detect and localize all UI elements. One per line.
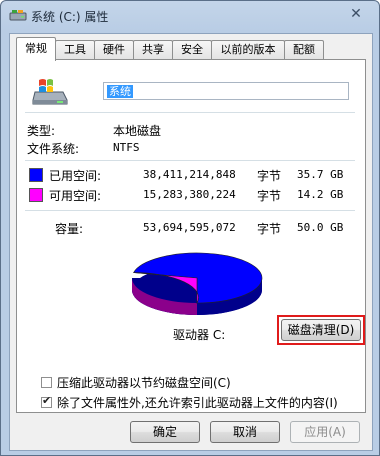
drive-large-icon: [31, 74, 69, 111]
drive-letter-label: 驱动器 C:: [173, 328, 226, 342]
tab-quota[interactable]: 配额: [284, 40, 324, 60]
checkmark-icon: ✔: [42, 394, 52, 407]
tab-previous-versions[interactable]: 以前的版本: [211, 40, 285, 60]
type-value: 本地磁盘: [113, 124, 162, 138]
title-bar: 系统 (C:) 属性 ✕: [1, 1, 379, 29]
free-space-label: 可用空间:: [49, 189, 102, 203]
filesystem-value: NTFS: [113, 141, 140, 154]
cancel-button[interactable]: 取消: [210, 421, 280, 443]
used-space-bytes: 38,411,214,848: [143, 168, 236, 181]
disk-usage-pie: [132, 252, 263, 315]
tab-hardware[interactable]: 硬件: [94, 40, 134, 60]
window-title: 系统 (C:) 属性: [31, 10, 109, 24]
compress-checkbox[interactable]: [41, 377, 52, 388]
used-space-unit: 字节: [257, 169, 282, 183]
separator: [25, 160, 355, 161]
filesystem-label: 文件系统:: [27, 142, 80, 156]
tab-tools[interactable]: 工具: [55, 40, 95, 60]
separator: [25, 210, 355, 211]
general-panel: 系统 类型: 本地磁盘 文件系统: NTFS 已用空间: 38,411,214,…: [16, 59, 366, 413]
free-space-swatch: [29, 188, 43, 202]
free-space-size: 14.2 GB: [297, 188, 344, 201]
tab-general[interactable]: 常规: [16, 37, 56, 61]
separator: [25, 112, 355, 113]
close-button[interactable]: ✕: [347, 6, 365, 22]
compress-label: 压缩此驱动器以节约磁盘空间(C): [57, 376, 231, 390]
capacity-label: 容量:: [55, 222, 84, 236]
type-label: 类型:: [27, 124, 56, 138]
properties-window: 系统 (C:) 属性 ✕ 常规 工具 硬件 共享 安全 以前的版本 配额 系统 …: [0, 0, 380, 456]
index-checkbox[interactable]: ✔: [41, 394, 52, 408]
capacity-size: 50.0 GB: [297, 221, 344, 234]
used-space-size: 35.7 GB: [297, 168, 344, 181]
capacity-bytes: 53,694,595,072: [143, 221, 236, 234]
ok-button[interactable]: 确定: [130, 421, 200, 443]
used-space-swatch: [29, 168, 43, 182]
volume-name-input[interactable]: 系统: [103, 82, 349, 100]
free-space-bytes: 15,283,380,224: [143, 188, 236, 201]
index-label: 除了文件属性外,还允许索引此驱动器上文件的内容(I): [57, 396, 338, 410]
apply-button[interactable]: 应用(A): [290, 421, 360, 443]
tab-sharing[interactable]: 共享: [133, 40, 173, 60]
tab-security[interactable]: 安全: [172, 40, 212, 60]
used-space-label: 已用空间:: [49, 169, 102, 183]
dialog-client: 常规 工具 硬件 共享 安全 以前的版本 配额 系统 类型: 本地磁盘 文件系统…: [9, 33, 373, 451]
free-space-unit: 字节: [257, 189, 282, 203]
drive-icon: [9, 8, 27, 22]
volume-name-value: 系统: [107, 85, 133, 98]
highlight-annotation: [277, 315, 365, 345]
capacity-unit: 字节: [257, 222, 282, 236]
